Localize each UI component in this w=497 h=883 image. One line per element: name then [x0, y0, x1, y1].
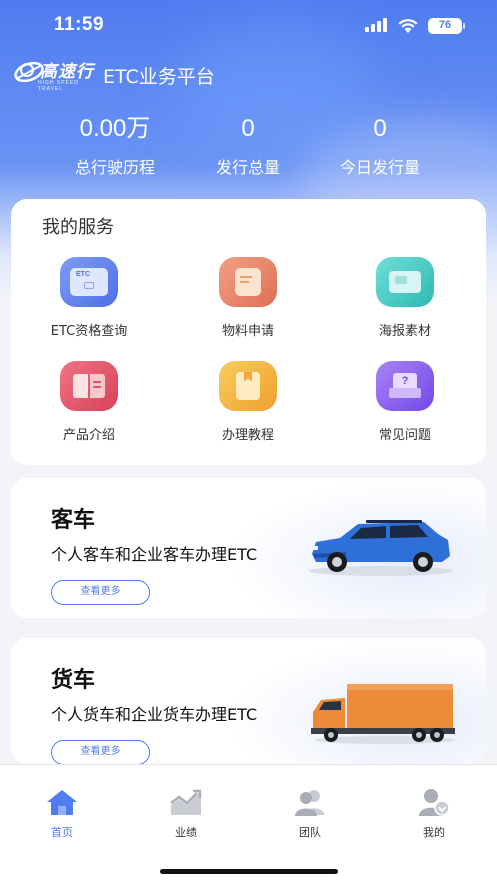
bottom-tab-bar: 首页 业绩 团队 我的: [0, 764, 497, 883]
service-poster-material[interactable]: 海报素材: [335, 257, 475, 339]
tab-home[interactable]: 首页: [22, 787, 102, 840]
view-more-button[interactable]: 查看更多: [51, 740, 150, 764]
battery-indicator: 76: [428, 18, 465, 34]
book-icon: [60, 361, 118, 411]
truck-card[interactable]: 货车 个人货车和企业货车办理ETC 查看更多: [11, 638, 486, 764]
tutorial-icon: [219, 361, 277, 411]
truck-icon: [311, 684, 455, 744]
stat-label: 今日发行量: [339, 158, 420, 177]
service-tutorial[interactable]: 办理教程: [178, 361, 318, 443]
service-material-request[interactable]: 物料申请: [178, 257, 318, 339]
service-label: 办理教程: [221, 428, 274, 443]
stat-value: 0.00万: [79, 115, 151, 142]
tab-label: 团队: [299, 826, 321, 839]
profile-icon: [419, 789, 450, 816]
stat-label: 发行总量: [215, 158, 280, 177]
performance-icon: [170, 789, 202, 815]
service-label: 海报素材: [378, 324, 431, 339]
tab-label: 我的: [423, 826, 445, 839]
stat-value: 0: [241, 115, 255, 142]
tab-performance[interactable]: 业绩: [146, 787, 226, 840]
stat-label: 总行驶历程: [74, 158, 155, 177]
tab-profile[interactable]: 我的: [394, 787, 474, 840]
tab-label: 业绩: [175, 826, 197, 839]
status-bar: 11:59 76: [0, 0, 497, 54]
status-time: 11:59: [54, 14, 105, 35]
app-title: ETC业务平台: [103, 66, 215, 88]
suv-car-icon: [309, 520, 453, 576]
logo-text: 高速行: [40, 62, 94, 82]
stat-total-mileage: 0.00万 总行驶历程: [60, 112, 170, 178]
wifi-icon: [398, 19, 418, 33]
faq-icon: ?: [376, 361, 434, 411]
tab-label: 首页: [51, 826, 73, 839]
home-indicator: [160, 869, 338, 874]
vehicle-title: 客车: [51, 508, 96, 533]
etc-card-icon: ETC: [60, 257, 118, 307]
material-icon: [219, 257, 277, 307]
team-icon: [295, 790, 324, 816]
service-faq[interactable]: ? 常见问题: [335, 361, 475, 443]
home-icon: [47, 790, 77, 815]
service-label: 产品介绍: [62, 428, 115, 443]
services-title: 我的服务: [42, 217, 114, 238]
etc-badge-text: ETC: [76, 271, 90, 278]
vehicle-description: 个人货车和企业货车办理ETC: [51, 705, 258, 724]
service-label: 物料申请: [221, 324, 274, 339]
stat-total-issued: 0 发行总量: [198, 112, 298, 178]
view-more-button[interactable]: 查看更多: [51, 580, 150, 605]
service-product-intro[interactable]: 产品介绍: [19, 361, 159, 443]
service-label: 常见问题: [378, 428, 431, 443]
service-label: ETC资格查询: [50, 324, 128, 339]
services-card: 我的服务 ETC ETC资格查询 物料申请 海报素材 产品介绍 办理教程 ? 常…: [11, 199, 486, 465]
tab-team[interactable]: 团队: [270, 787, 350, 840]
logo-subtext: HIGH SPEED TRAVEL: [38, 80, 79, 92]
vehicle-description: 个人客车和企业客车办理ETC: [51, 545, 258, 564]
poster-icon: [376, 257, 434, 307]
stat-value: 0: [373, 115, 387, 142]
service-etc-query[interactable]: ETC ETC资格查询: [19, 257, 159, 339]
stat-today-issued: 0 今日发行量: [330, 112, 430, 178]
passenger-car-card[interactable]: 客车 个人客车和企业客车办理ETC 查看更多: [11, 478, 486, 618]
vehicle-title: 货车: [51, 668, 96, 693]
app-logo: 高速行 HIGH SPEED TRAVEL: [12, 55, 94, 92]
cellular-signal-icon: [365, 18, 389, 32]
